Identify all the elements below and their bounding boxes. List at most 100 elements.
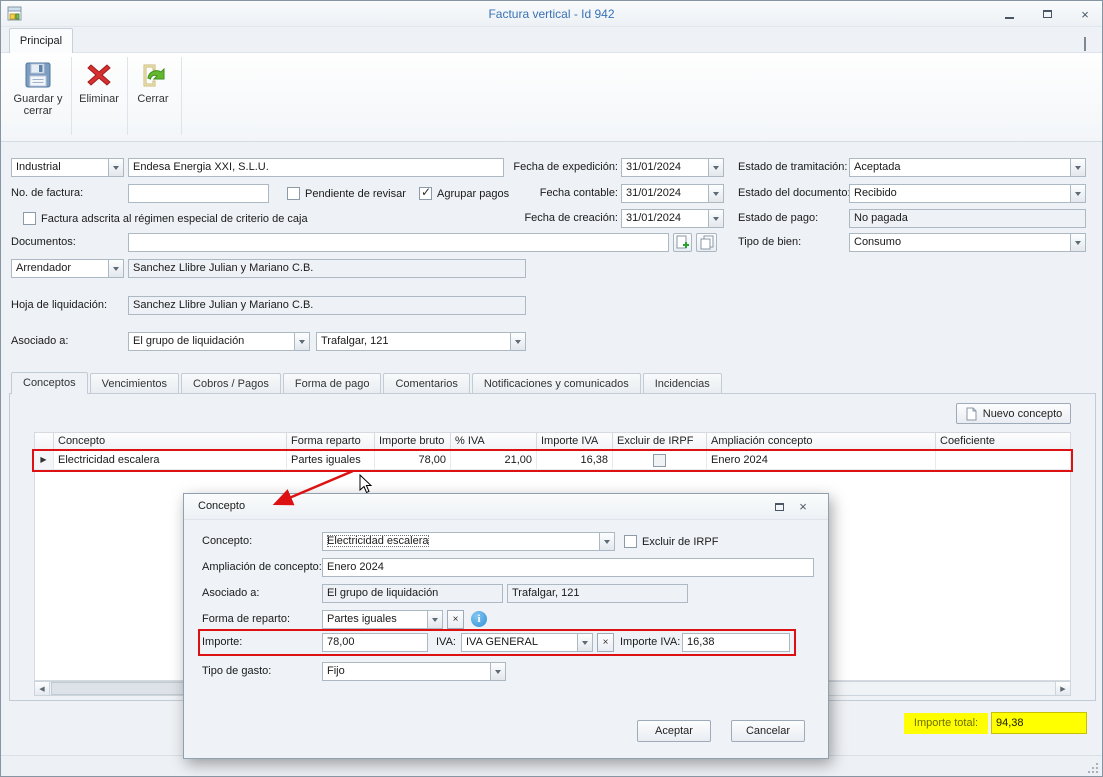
no-factura-field[interactable] xyxy=(128,184,269,203)
dlg-excluir-irpf-checkbox[interactable]: Excluir de IRPF xyxy=(624,532,718,551)
dropdown-arrow-icon[interactable] xyxy=(510,333,525,350)
info-icon[interactable]: i xyxy=(471,611,487,627)
dropdown-arrow-icon[interactable] xyxy=(708,185,723,202)
dropdown-arrow-icon[interactable] xyxy=(294,333,309,350)
dropdown-arrow-icon[interactable] xyxy=(1070,234,1085,251)
cell-coeficiente[interactable] xyxy=(936,451,1071,470)
estado-tramitacion-combo[interactable]: Aceptada xyxy=(849,158,1086,177)
dlg-asociado-grupo-field[interactable]: El grupo de liquidación xyxy=(322,584,503,603)
cell-ampliacion[interactable]: Enero 2024 xyxy=(707,451,936,470)
minimize-button[interactable] xyxy=(1002,7,1016,21)
dropdown-arrow-icon[interactable] xyxy=(708,210,723,227)
dropdown-arrow-icon[interactable] xyxy=(577,634,592,651)
resize-grip-icon[interactable] xyxy=(1087,762,1099,774)
col-forma-reparto[interactable]: Forma reparto xyxy=(287,432,375,451)
col-importe-iva[interactable]: Importe IVA xyxy=(537,432,613,451)
dropdown-arrow-icon[interactable] xyxy=(108,260,123,277)
cell-importe-iva[interactable]: 16,38 xyxy=(537,451,613,470)
criterio-caja-label: Factura adscrita al régimen especial de … xyxy=(41,213,308,225)
copy-icon xyxy=(699,235,715,250)
fecha-expedicion-field[interactable]: 31/01/2024 xyxy=(621,158,724,177)
dlg-concepto-combo[interactable]: Electricidad escalera xyxy=(322,532,615,551)
estado-pago-field[interactable]: No pagada xyxy=(849,209,1086,228)
checkbox-box-icon xyxy=(23,212,36,225)
maximize-button[interactable] xyxy=(1040,7,1054,21)
dlg-tipo-gasto-combo[interactable]: Fijo xyxy=(322,662,506,681)
dropdown-arrow-icon[interactable] xyxy=(1070,159,1085,176)
toolbar-separator xyxy=(71,57,72,135)
fecha-creacion-field[interactable]: 31/01/2024 xyxy=(621,209,724,228)
dlg-concepto-label: Concepto: xyxy=(202,532,252,551)
hoja-liquidacion-field[interactable]: Sanchez Llibre Julian y Mariano C.B. xyxy=(128,296,526,315)
rol-tercero-combo[interactable]: Arrendador xyxy=(11,259,124,278)
tipo-tercero-combo[interactable]: Industrial xyxy=(11,158,124,177)
tab-conceptos[interactable]: Conceptos xyxy=(11,372,88,394)
scroll-right-button[interactable]: ▶ xyxy=(1055,682,1070,695)
dlg-iva-combo[interactable]: IVA GENERAL xyxy=(461,633,593,652)
tab-vencimientos[interactable]: Vencimientos xyxy=(90,373,179,394)
dlg-importe-iva-field[interactable]: 16,38 xyxy=(682,633,790,652)
cell-concepto[interactable]: Electricidad escalera xyxy=(54,451,287,470)
dlg-concepto-value: Electricidad escalera xyxy=(327,535,429,547)
tab-cobros-pagos[interactable]: Cobros / Pagos xyxy=(181,373,281,394)
ribbon-tab-principal[interactable]: Principal xyxy=(9,28,73,53)
clear-forma-reparto-button[interactable]: × xyxy=(447,610,464,629)
asociado-finca-combo[interactable]: Trafalgar, 121 xyxy=(316,332,526,351)
dlg-asociado-finca-field[interactable]: Trafalgar, 121 xyxy=(507,584,688,603)
col-pct-iva[interactable]: % IVA xyxy=(451,432,537,451)
proveedor-field[interactable]: Endesa Energia XXI, S.L.U. xyxy=(128,158,504,177)
pendiente-revisar-checkbox[interactable]: Pendiente de revisar xyxy=(287,184,406,203)
cancelar-button[interactable]: Cancelar xyxy=(731,720,805,742)
cell-forma-reparto[interactable]: Partes iguales xyxy=(287,451,375,470)
dropdown-arrow-icon[interactable] xyxy=(599,533,614,550)
dialog-maximize-button[interactable] xyxy=(772,500,786,514)
tipo-bien-combo[interactable]: Consumo xyxy=(849,233,1086,252)
clear-iva-button[interactable]: × xyxy=(597,633,614,652)
save-close-button[interactable]: Guardar y cerrar xyxy=(9,56,67,117)
col-coeficiente[interactable]: Coeficiente xyxy=(936,432,1071,451)
ribbon-collapse-button[interactable] xyxy=(1084,39,1086,51)
importe-total-field: 94,38 xyxy=(991,712,1087,734)
agrupar-pagos-checkbox[interactable]: ✓ Agrupar pagos xyxy=(419,184,509,203)
close-button[interactable]: × xyxy=(1078,7,1092,21)
cell-excluir-irpf-checkbox[interactable] xyxy=(613,451,707,470)
delete-x-icon xyxy=(84,60,114,90)
cell-pct-iva[interactable]: 21,00 xyxy=(451,451,537,470)
criterio-caja-checkbox[interactable]: Factura adscrita al régimen especial de … xyxy=(23,209,308,228)
dialog-close-button[interactable]: × xyxy=(796,499,810,513)
aceptar-button[interactable]: Aceptar xyxy=(637,720,711,742)
nuevo-concepto-button[interactable]: Nuevo concepto xyxy=(956,403,1071,424)
col-ampliacion[interactable]: Ampliación concepto xyxy=(707,432,936,451)
tab-comentarios[interactable]: Comentarios xyxy=(383,373,469,394)
dropdown-arrow-icon[interactable] xyxy=(1070,185,1085,202)
dropdown-arrow-icon[interactable] xyxy=(427,611,442,628)
dlg-importe-field[interactable]: 78,00 xyxy=(322,633,428,652)
close-form-button[interactable]: Cerrar xyxy=(131,56,175,105)
dropdown-arrow-icon[interactable] xyxy=(108,159,123,176)
estado-documento-combo[interactable]: Recibido xyxy=(849,184,1086,203)
tipo-bien-value: Consumo xyxy=(854,236,901,248)
copy-document-button[interactable] xyxy=(696,233,717,252)
fecha-contable-field[interactable]: 31/01/2024 xyxy=(621,184,724,203)
dropdown-arrow-icon[interactable] xyxy=(708,159,723,176)
grid-row[interactable]: ▶ Electricidad escalera Partes iguales 7… xyxy=(34,451,1071,470)
delete-label: Eliminar xyxy=(79,93,119,105)
dialog-title: Concepto xyxy=(198,500,245,512)
delete-button[interactable]: Eliminar xyxy=(75,56,123,105)
arrendador-field[interactable]: Sanchez Llibre Julian y Mariano C.B. xyxy=(128,259,526,278)
dropdown-arrow-icon[interactable] xyxy=(490,663,505,680)
cell-importe-bruto[interactable]: 78,00 xyxy=(375,451,451,470)
estado-tramitacion-value: Aceptada xyxy=(854,161,900,173)
dlg-forma-reparto-combo[interactable]: Partes iguales xyxy=(322,610,443,629)
col-excluir-irpf[interactable]: Excluir de IRPF xyxy=(613,432,707,451)
dlg-ampliacion-field[interactable]: Enero 2024 xyxy=(322,558,814,577)
scroll-left-button[interactable]: ◀ xyxy=(35,682,50,695)
tab-notificaciones[interactable]: Notificaciones y comunicados xyxy=(472,373,641,394)
tab-incidencias[interactable]: Incidencias xyxy=(643,373,722,394)
documentos-field[interactable] xyxy=(128,233,669,252)
col-concepto[interactable]: Concepto xyxy=(54,432,287,451)
col-importe-bruto[interactable]: Importe bruto xyxy=(375,432,451,451)
tab-forma-pago[interactable]: Forma de pago xyxy=(283,373,382,394)
add-document-button[interactable] xyxy=(673,233,692,252)
asociado-grupo-combo[interactable]: El grupo de liquidación xyxy=(128,332,310,351)
